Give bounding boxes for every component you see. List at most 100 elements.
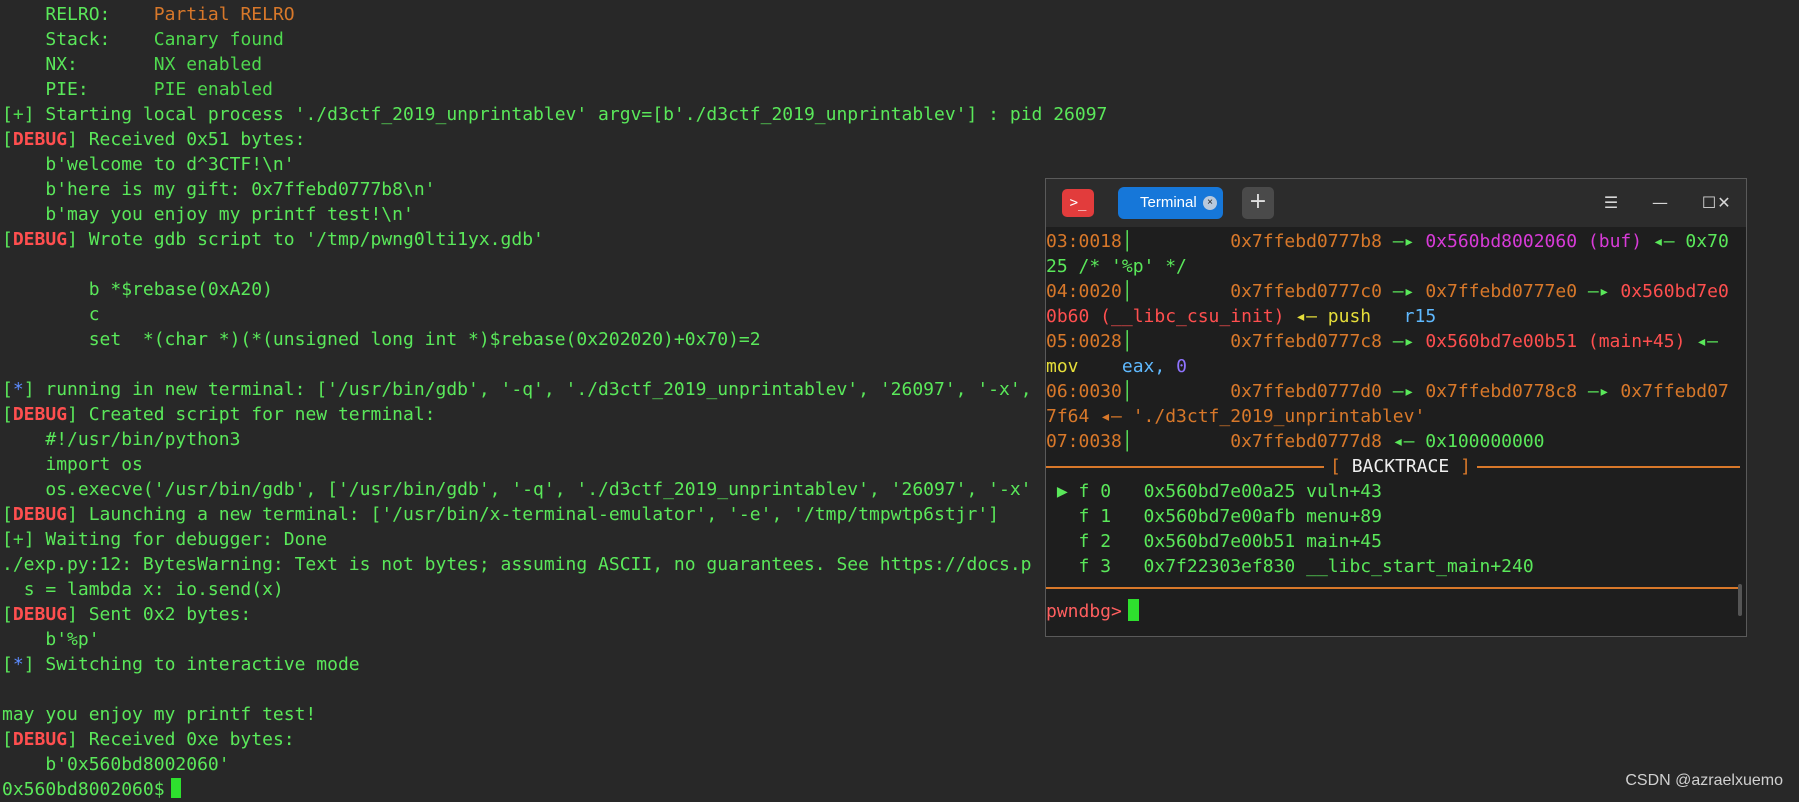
- debug-marker: DEBUG: [12, 229, 68, 250]
- frame-symbol: __libc_start_main+240: [1306, 556, 1534, 577]
- frame-address: 0x560bd7e00afb: [1143, 506, 1296, 527]
- register: r15: [1403, 306, 1437, 327]
- stack-address: 0x7ffebd0777c8: [1230, 331, 1382, 352]
- current-frame-marker: ▶: [1056, 481, 1068, 502]
- payload-text: b'may you enjoy my printf test!\n': [45, 204, 414, 225]
- stack-value: 0x560bd8002060: [1425, 231, 1578, 252]
- backtrace-separator: [ BACKTRACE ]: [1046, 454, 1746, 479]
- output-line: may you enjoy my printf test!: [2, 702, 1797, 727]
- arrow: —▸: [1392, 281, 1415, 302]
- gdb-prompt-line[interactable]: pwndbg>: [1046, 599, 1746, 624]
- log-text: Received 0xe bytes:: [88, 729, 295, 750]
- checksec-relro: RELRO: Partial RELRO: [2, 2, 1797, 27]
- output-text: may you enjoy my printf test!: [2, 704, 317, 725]
- tab-terminal[interactable]: Terminal ×: [1118, 187, 1223, 219]
- log-text: Launching a new terminal: ['/usr/bin/x-t…: [88, 504, 1000, 525]
- frame-symbol: vuln+43: [1306, 481, 1382, 502]
- stack-key: Stack:: [45, 29, 111, 50]
- pie-key: PIE:: [45, 79, 89, 100]
- backtrace-header: [ BACKTRACE ]: [1324, 454, 1477, 479]
- star-marker: *: [12, 654, 24, 675]
- stack-value: 0x560bd7e00b51 (main+45): [1425, 331, 1686, 352]
- backtrace-frame: ▶ f 0 0x560bd7e00a25 vuln+43: [1046, 479, 1746, 504]
- frame-number: f 2: [1078, 531, 1112, 552]
- log-starting: [+] Starting local process './d3ctf_2019…: [2, 104, 1108, 125]
- frame-address: 0x560bd7e00b51: [1143, 531, 1296, 552]
- stack-index: 07:0038: [1046, 431, 1122, 452]
- stack-value: 0x7ffebd0778c8: [1425, 381, 1578, 402]
- stack-address: 0x7ffebd0777c0: [1230, 281, 1382, 302]
- stack-value: 0x560bd7e0: [1620, 281, 1729, 302]
- payload-text: b'welcome to d^3CTF!\n': [45, 154, 295, 175]
- star-marker: *: [12, 379, 24, 400]
- frame-symbol: main+45: [1306, 531, 1382, 552]
- checksec-pie: PIE: PIE enabled: [2, 77, 1797, 102]
- log-switching: [*] Switching to interactive mode: [2, 654, 360, 675]
- stack-line: 7f64 ◂— './d3ctf_2019_unprintablev': [1046, 404, 1746, 429]
- stack-line: 06:0030│ 0x7ffebd0777d0 —▸ 0x7ffebd0778c…: [1046, 381, 1729, 402]
- shell-prompt-line[interactable]: 0x560bd8002060$: [2, 777, 1797, 802]
- watermark: CSDN @azraelxuemo: [1625, 772, 1783, 789]
- immediate: 0: [1176, 356, 1187, 377]
- stack-index: 06:0030: [1046, 381, 1122, 402]
- backtrace-frame: f 2 0x560bd7e00b51 main+45: [1046, 529, 1746, 554]
- log-text: Waiting for debugger: Done: [45, 529, 328, 550]
- stack-line: mov eax, 0: [1046, 354, 1746, 379]
- backtrace-frame: f 1 0x560bd7e00afb menu+89: [1046, 504, 1746, 529]
- debug-marker: DEBUG: [12, 504, 68, 525]
- gdb-prompt: pwndbg>: [1046, 601, 1122, 622]
- stack-tail: ◂— push: [1295, 306, 1372, 327]
- stack-continuation: 7f64 ◂— './d3ctf_2019_unprintablev': [1046, 406, 1426, 427]
- stack-value: Canary found: [153, 29, 284, 50]
- checksec-stack: Stack: Canary found: [2, 27, 1797, 52]
- stack-line: 07:0038│ 0x7ffebd0777d8 ◂— 0x100000000: [1046, 431, 1545, 452]
- register: eax,: [1121, 356, 1166, 377]
- log-text: Switching to interactive mode: [45, 654, 360, 675]
- stack-line: 03:0018│ 0x7ffebd0777b8 —▸ 0x560bd800206…: [1046, 231, 1729, 252]
- log-text: Wrote gdb script to '/tmp/pwng0lti1yx.gd…: [88, 229, 544, 250]
- arrow: —▸: [1587, 381, 1610, 402]
- scrollbar[interactable]: [1738, 584, 1742, 616]
- menu-icon[interactable]: ☰: [1597, 189, 1625, 217]
- shell-prompt: 0x560bd8002060$: [2, 779, 165, 800]
- stack-index: 03:0018: [1046, 231, 1122, 252]
- stack-line: 05:0028│ 0x7ffebd0777c8 —▸ 0x560bd7e00b5…: [1046, 331, 1718, 352]
- gdb-script-text: set *(char *)(*(unsigned long int *)$reb…: [88, 329, 761, 350]
- gdb-output[interactable]: 03:0018│ 0x7ffebd0777b8 —▸ 0x560bd800206…: [1046, 229, 1746, 624]
- stack-value: 0x7ffebd0777e0: [1425, 281, 1578, 302]
- stack-continuation: 25 /* '%p' */: [1046, 256, 1187, 277]
- backtrace-frame: f 3 0x7f22303ef830 __libc_start_main+240: [1046, 554, 1746, 579]
- frame-symbol: menu+89: [1306, 506, 1382, 527]
- separator-rule: [1046, 587, 1740, 589]
- arrow: —▸: [1392, 381, 1415, 402]
- close-icon[interactable]: ✕: [1710, 189, 1738, 217]
- log-text: Received 0x51 bytes:: [88, 129, 306, 150]
- debug-marker: DEBUG: [12, 729, 68, 750]
- debug-marker: DEBUG: [12, 604, 68, 625]
- frame-address: 0x7f22303ef830: [1143, 556, 1296, 577]
- gdb-terminal-window[interactable]: >_ Terminal × + ☰ — ☐ ✕ 03:0018│ 0x7ffeb…: [1045, 178, 1747, 637]
- debug-marker: DEBUG: [12, 129, 68, 150]
- payload-line: b'0x560bd8002060': [2, 752, 1797, 777]
- frame-number: f 1: [1078, 506, 1112, 527]
- frame-number: f 3: [1078, 556, 1112, 577]
- payload-text: b'%p': [45, 629, 100, 650]
- minimize-icon[interactable]: —: [1646, 189, 1674, 217]
- script-text: os.execve('/usr/bin/gdb', ['/usr/bin/gdb…: [45, 479, 1032, 500]
- tab-close-icon[interactable]: ×: [1203, 196, 1217, 210]
- pie-value: PIE enabled: [153, 79, 273, 100]
- frame-address: 0x560bd7e00a25: [1143, 481, 1296, 502]
- stack-continuation: 0b60 (__libc_csu_init): [1046, 306, 1285, 327]
- log-text: running in new terminal: ['/usr/bin/gdb'…: [45, 379, 1032, 400]
- new-tab-button[interactable]: +: [1242, 187, 1274, 219]
- warning-source-text: s = lambda x: io.send(x): [23, 579, 284, 600]
- plus-marker: +: [12, 529, 24, 550]
- arrow: —▸: [1392, 331, 1415, 352]
- instruction: mov: [1046, 356, 1079, 377]
- window-titlebar[interactable]: >_ Terminal × + ☰ — ☐ ✕: [1046, 179, 1746, 227]
- frame-number: f 0: [1078, 481, 1112, 502]
- stack-index: 05:0028: [1046, 331, 1122, 352]
- gdb-script-text: c: [88, 304, 100, 325]
- stack-symbol: (buf): [1587, 231, 1643, 252]
